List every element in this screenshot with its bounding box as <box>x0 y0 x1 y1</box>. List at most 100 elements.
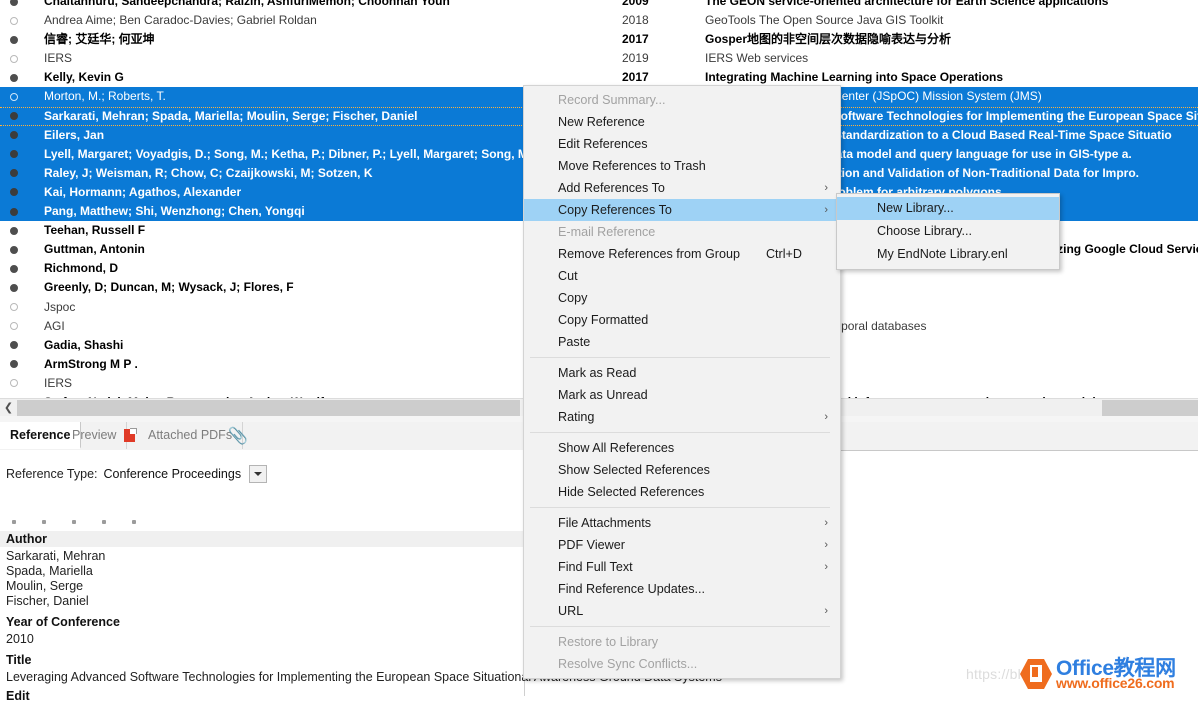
scrollbar-thumb-right[interactable] <box>1102 400 1198 416</box>
menu-item-label: Find Full Text <box>558 560 633 574</box>
year-of-conference-value[interactable]: 2010 <box>6 632 34 646</box>
menu-item-copy-formatted[interactable]: Copy Formatted <box>524 309 840 331</box>
submenu-item-choose-library[interactable]: Choose Library... <box>837 220 1059 243</box>
table-row[interactable]: IERS 2019 IERS Web services <box>0 49 1198 68</box>
menu-item-edit-references[interactable]: Edit References <box>524 133 840 155</box>
menu-item-paste[interactable]: Paste <box>524 331 840 353</box>
read-status-cell[interactable] <box>8 145 24 164</box>
read-dot-icon[interactable] <box>10 0 18 6</box>
read-status-cell[interactable] <box>8 107 24 126</box>
unread-dot-icon[interactable] <box>10 93 18 102</box>
menu-item-file-attachments[interactable]: File Attachments › <box>524 512 840 534</box>
unread-dot-icon[interactable] <box>10 303 18 312</box>
read-dot-icon[interactable] <box>10 169 18 178</box>
read-dot-icon[interactable] <box>10 360 18 369</box>
paperclip-icon[interactable]: 📎 <box>228 429 248 445</box>
read-status-cell[interactable] <box>8 68 24 87</box>
read-status-cell[interactable] <box>8 317 24 336</box>
table-row[interactable]: Andrea Aime; Ben Caradoc-Davies; Gabriel… <box>0 11 1198 30</box>
read-status-cell[interactable] <box>8 87 24 106</box>
rating-star-2[interactable] <box>42 520 46 524</box>
menu-item-label: Copy References To <box>558 203 672 217</box>
unread-dot-icon[interactable] <box>10 54 18 63</box>
unread-dot-icon[interactable] <box>10 379 18 388</box>
read-dot-icon[interactable] <box>10 341 18 350</box>
author-value-4[interactable]: Fischer, Daniel <box>6 594 89 608</box>
read-dot-icon[interactable] <box>10 131 18 140</box>
context-menu[interactable]: Record Summary... New Reference Edit Refer… <box>523 85 841 679</box>
read-status-cell[interactable] <box>8 259 24 278</box>
read-dot-icon[interactable] <box>10 264 18 273</box>
reference-type-dropdown-button[interactable] <box>249 465 267 483</box>
menu-item-remove-references-from-group[interactable]: Remove References from Group Ctrl+D <box>524 243 840 265</box>
author-value-2[interactable]: Spada, Mariella <box>6 564 93 578</box>
menu-item-label: Cut <box>558 269 578 283</box>
rating-star-5[interactable] <box>132 520 136 524</box>
scroll-left-arrow[interactable]: ❮ <box>0 399 17 417</box>
menu-item-mark-as-read[interactable]: Mark as Read <box>524 362 840 384</box>
watermark-logo: Office教程网 www.office26.com <box>1020 652 1198 692</box>
read-status-cell[interactable] <box>8 298 24 317</box>
menu-item-find-reference-updates[interactable]: Find Reference Updates... <box>524 578 840 600</box>
reference-type-row: Reference Type: Conference Proceedings <box>6 467 241 481</box>
menu-item-hide-selected-references[interactable]: Hide Selected References <box>524 481 840 503</box>
table-row[interactable]: 信睿; 艾廷华; 何亚坤 2017 Gosper地图的非空间层次数据隐喻表达与分析 <box>0 30 1198 49</box>
read-dot-icon[interactable] <box>10 188 18 197</box>
author-value-3[interactable]: Moulin, Serge <box>6 579 83 593</box>
read-status-cell[interactable] <box>8 30 24 49</box>
submenu-item-label: New Library... <box>877 201 954 215</box>
rating-star-3[interactable] <box>72 520 76 524</box>
reference-type-value: Conference Proceedings <box>103 467 242 481</box>
menu-item-find-full-text[interactable]: Find Full Text › <box>524 556 840 578</box>
unread-dot-icon[interactable] <box>10 16 18 25</box>
read-status-cell[interactable] <box>8 202 24 221</box>
rating-star-1[interactable] <box>12 520 16 524</box>
read-status-cell[interactable] <box>8 240 24 259</box>
menu-item-cut[interactable]: Cut <box>524 265 840 287</box>
author-value-1[interactable]: Sarkarati, Mehran <box>6 549 105 563</box>
read-dot-icon[interactable] <box>10 150 18 159</box>
read-status-cell[interactable] <box>8 374 24 393</box>
read-status-cell[interactable] <box>8 126 24 145</box>
menu-item-copy-references-to[interactable]: Copy References To › <box>524 199 840 221</box>
chevron-right-icon: › <box>824 561 828 573</box>
menu-item-show-all-references[interactable]: Show All References <box>524 437 840 459</box>
submenu-item-my-endnote-library-enl[interactable]: My EndNote Library.enl <box>837 243 1059 266</box>
menu-item-new-reference[interactable]: New Reference <box>524 111 840 133</box>
scrollbar-thumb-left[interactable] <box>17 400 520 416</box>
read-dot-icon[interactable] <box>10 283 18 292</box>
read-dot-icon[interactable] <box>10 226 18 235</box>
table-row[interactable]: Chaitanhuru, Sandeepchandra; Raizin, Ash… <box>0 0 1198 11</box>
menu-item-url[interactable]: URL › <box>524 600 840 622</box>
read-status-cell[interactable] <box>8 164 24 183</box>
menu-item-rating[interactable]: Rating › <box>524 406 840 428</box>
cell-title: The GEON service-oriented architecture f… <box>705 0 1109 8</box>
read-status-cell[interactable] <box>8 278 24 297</box>
menu-item-copy[interactable]: Copy <box>524 287 840 309</box>
copy-references-to-submenu[interactable]: New Library... Choose Library... My EndNot… <box>836 193 1060 270</box>
tab-preview[interactable]: Preview <box>62 422 128 449</box>
read-status-cell[interactable] <box>8 11 24 30</box>
read-dot-icon[interactable] <box>10 35 18 44</box>
read-status-cell[interactable] <box>8 336 24 355</box>
menu-item-pdf-viewer[interactable]: PDF Viewer › <box>524 534 840 556</box>
rating-star-4[interactable] <box>102 520 106 524</box>
read-status-cell[interactable] <box>8 183 24 202</box>
menu-item-mark-as-unread[interactable]: Mark as Unread <box>524 384 840 406</box>
read-dot-icon[interactable] <box>10 245 18 254</box>
read-status-cell[interactable] <box>8 221 24 240</box>
read-dot-icon[interactable] <box>10 207 18 216</box>
read-status-cell[interactable] <box>8 355 24 374</box>
unread-dot-icon[interactable] <box>10 322 18 331</box>
read-status-cell[interactable] <box>8 0 24 11</box>
rating-stars[interactable] <box>12 513 162 527</box>
menu-item-show-selected-references[interactable]: Show Selected References <box>524 459 840 481</box>
menu-item-label: Show All References <box>558 441 675 455</box>
menu-item-move-references-to-trash[interactable]: Move References to Trash <box>524 155 840 177</box>
chevron-right-icon: › <box>824 539 828 551</box>
read-status-cell[interactable] <box>8 49 24 68</box>
read-dot-icon[interactable] <box>10 112 18 121</box>
menu-item-add-references-to[interactable]: Add References To › <box>524 177 840 199</box>
submenu-item-new-library[interactable]: New Library... <box>837 197 1059 220</box>
read-dot-icon[interactable] <box>10 73 18 82</box>
